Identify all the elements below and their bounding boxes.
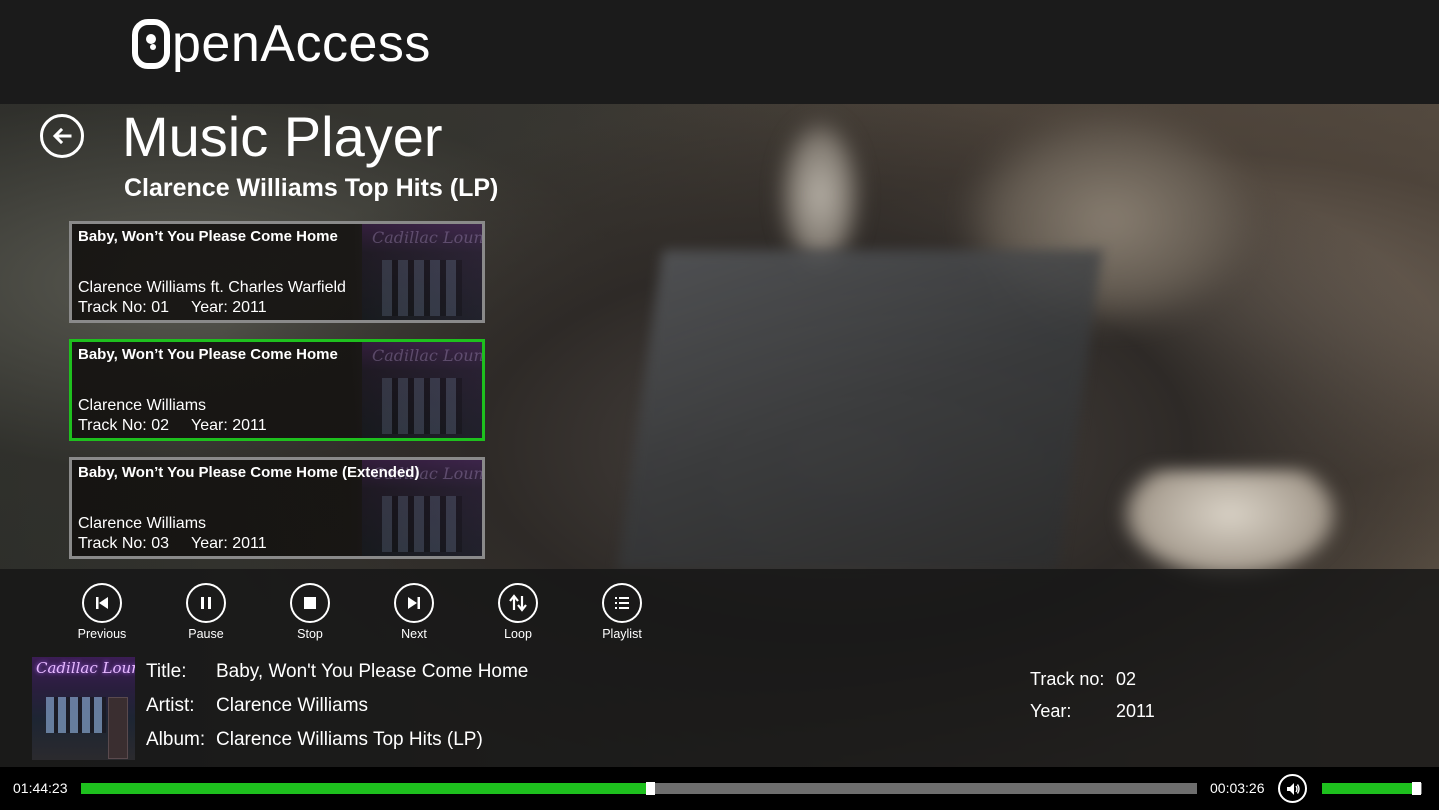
next-ring bbox=[394, 583, 434, 623]
background-bottle bbox=[780, 120, 860, 270]
background-laptop bbox=[617, 250, 1103, 570]
playlist-button[interactable]: Playlist bbox=[570, 583, 674, 641]
pause-button[interactable]: Pause bbox=[154, 583, 258, 641]
loop-button[interactable]: Loop bbox=[466, 583, 570, 641]
loop-ring bbox=[498, 583, 538, 623]
album-label: Album: bbox=[146, 729, 206, 750]
track-number: Track No: 03 bbox=[78, 535, 169, 552]
track-no-label: Track no: bbox=[1030, 668, 1105, 689]
volume-slider-fill bbox=[1322, 783, 1417, 794]
back-arrow-icon bbox=[52, 127, 72, 145]
info-row-album: Album: Clarence Williams Top Hits (LP) bbox=[146, 723, 528, 757]
track-meta: Track No: 03 Year: 2011 bbox=[78, 535, 267, 553]
track-year: Year: 2011 bbox=[191, 417, 267, 434]
track-item-03[interactable]: Cadillac Lounge Baby, Won’t You Please C… bbox=[69, 457, 485, 559]
track-artist: Clarence Williams ft. Charles Warfield bbox=[78, 279, 346, 296]
volume-slider-thumb[interactable] bbox=[1412, 782, 1421, 795]
track-item-02[interactable]: Cadillac Lounge Baby, Won’t You Please C… bbox=[69, 339, 485, 441]
artist-label: Artist: bbox=[146, 695, 195, 716]
loop-arrows-icon bbox=[509, 594, 527, 612]
album-value: Clarence Williams Top Hits (LP) bbox=[216, 729, 483, 750]
album-art-windows bbox=[46, 697, 106, 733]
track-item-01[interactable]: Cadillac Lounge Baby, Won’t You Please C… bbox=[69, 221, 485, 323]
previous-button[interactable]: Previous bbox=[50, 583, 154, 641]
track-artist: Clarence Williams bbox=[78, 397, 207, 414]
album-art-logo: Cadillac Lounge bbox=[372, 346, 484, 365]
track-title: Baby, Won’t You Please Come Home bbox=[78, 228, 338, 245]
next-label: Next bbox=[401, 627, 427, 641]
time-total: 00:03:26 bbox=[1210, 780, 1265, 796]
album-subtitle: Clarence Williams Top Hits (LP) bbox=[124, 174, 499, 202]
track-no-value: 02 bbox=[1116, 668, 1137, 689]
loop-label: Loop bbox=[504, 627, 532, 641]
previous-icon bbox=[96, 597, 108, 609]
page-title: Music Player bbox=[122, 105, 443, 168]
stop-ring bbox=[290, 583, 330, 623]
info-row-title: Title: Baby, Won't You Please Come Home bbox=[146, 655, 528, 689]
seek-slider-fill bbox=[81, 783, 651, 794]
info-row-track-no: Track no: 02 bbox=[1030, 663, 1155, 695]
volume-button[interactable] bbox=[1278, 774, 1307, 803]
track-title: Baby, Won’t You Please Come Home bbox=[78, 346, 338, 363]
track-artist: Clarence Williams bbox=[78, 515, 207, 532]
logo-text-access: Access bbox=[260, 15, 431, 73]
speaker-icon bbox=[1286, 782, 1300, 795]
background-cup bbox=[1120, 470, 1340, 580]
track-list: Cadillac Lounge Baby, Won’t You Please C… bbox=[69, 221, 485, 575]
seek-slider-thumb[interactable] bbox=[646, 782, 656, 795]
pause-icon bbox=[201, 597, 211, 609]
year-value: 2011 bbox=[1116, 700, 1155, 721]
previous-ring bbox=[82, 583, 122, 623]
next-icon bbox=[408, 597, 420, 609]
stop-label: Stop bbox=[297, 627, 323, 641]
album-art-door bbox=[108, 697, 128, 759]
track-art-thumbnail: Cadillac Lounge bbox=[362, 342, 482, 438]
volume-slider[interactable] bbox=[1322, 782, 1422, 795]
artist-value: Clarence Williams bbox=[216, 695, 369, 716]
stop-icon bbox=[304, 597, 316, 609]
back-button[interactable] bbox=[40, 114, 84, 158]
now-playing-extra-info: Track no: 02 Year: 2011 bbox=[1030, 663, 1155, 727]
track-year: Year: 2011 bbox=[191, 299, 267, 316]
track-art-thumbnail: Cadillac Lounge bbox=[362, 224, 482, 320]
title-label: Title: bbox=[146, 661, 187, 682]
pause-ring bbox=[186, 583, 226, 623]
playlist-label: Playlist bbox=[602, 627, 642, 641]
pause-label: Pause bbox=[188, 627, 224, 641]
album-art-logo: Cadillac Lounge bbox=[36, 659, 135, 677]
title-value: Baby, Won't You Please Come Home bbox=[216, 661, 529, 682]
time-elapsed: 01:44:23 bbox=[13, 780, 68, 796]
track-title: Baby, Won’t You Please Come Home (Extend… bbox=[78, 464, 420, 481]
track-meta: Track No: 01 Year: 2011 bbox=[78, 299, 267, 317]
album-art-logo: Cadillac Lounge bbox=[372, 228, 484, 247]
playlist-icon bbox=[615, 597, 629, 609]
next-button[interactable]: Next bbox=[362, 583, 466, 641]
stop-button[interactable]: Stop bbox=[258, 583, 362, 641]
now-playing-album-art: Cadillac Lounge bbox=[32, 657, 135, 760]
info-row-artist: Artist: Clarence Williams bbox=[146, 689, 528, 723]
playback-controls: Previous Pause Stop Next Loop Playlist bbox=[50, 583, 674, 641]
track-number: Track No: 01 bbox=[78, 299, 169, 316]
previous-label: Previous bbox=[77, 627, 127, 641]
seek-bar-area: 01:44:23 00:03:26 bbox=[0, 767, 1439, 810]
logo-text-pen: pen bbox=[172, 15, 261, 73]
now-playing-info: Title: Baby, Won't You Please Come Home … bbox=[146, 655, 528, 757]
seek-slider[interactable] bbox=[81, 782, 1197, 795]
app-header: pen Access bbox=[0, 0, 1439, 104]
playlist-ring bbox=[602, 583, 642, 623]
track-number: Track No: 02 bbox=[78, 417, 169, 434]
player-panel: Previous Pause Stop Next Loop Playlist C… bbox=[0, 569, 1439, 767]
track-meta: Track No: 02 Year: 2011 bbox=[78, 417, 267, 435]
app-logo: pen Access bbox=[132, 14, 431, 74]
track-year: Year: 2011 bbox=[191, 535, 267, 552]
info-row-year: Year: 2011 bbox=[1030, 695, 1155, 727]
year-label: Year: bbox=[1030, 700, 1072, 721]
logo-keyhole-o-icon bbox=[132, 19, 170, 69]
